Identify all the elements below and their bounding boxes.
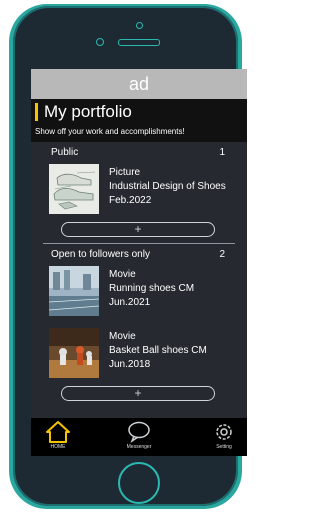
home-icon [46, 421, 70, 443]
section-label: Open to followers only [51, 249, 150, 260]
front-camera [96, 38, 104, 46]
app-screen: ad My portfolio Show off your work and a… [31, 69, 247, 456]
tab-setting[interactable]: Setting [199, 420, 247, 450]
item-date: Feb.2022 [109, 195, 152, 206]
item-name: Basket Ball shoes CM [109, 345, 207, 356]
ad-banner[interactable]: ad [31, 69, 247, 99]
section-label: Public [51, 147, 79, 158]
section-public-header: Public 1 [31, 142, 247, 158]
add-item-button[interactable]: + [61, 222, 215, 237]
tab-bar: HOME Messenger Setting [31, 418, 247, 456]
page-title: My portfolio [35, 103, 247, 121]
tab-messenger[interactable]: Messenger [114, 420, 164, 450]
tab-label: HOME [50, 444, 66, 450]
page-header: My portfolio Show off your work and acco… [31, 99, 247, 142]
section-count: 2 [219, 249, 225, 260]
item-meta: Movie Running shoes CM Jun.2021 [109, 266, 194, 318]
device-home-button[interactable] [118, 462, 160, 504]
chat-bubble-icon [128, 421, 150, 443]
running-track-image [49, 266, 99, 316]
gear-icon [216, 424, 232, 440]
section-followers-header: Open to followers only 2 [31, 244, 247, 260]
page-subtitle: Show off your work and accomplishments! [35, 127, 185, 136]
item-type: Movie [109, 269, 136, 280]
tab-label: Messenger [126, 444, 152, 450]
portfolio-item[interactable]: Movie Basket Ball shoes CM Jun.2018 [49, 328, 247, 380]
item-type: Picture [109, 167, 141, 178]
basketball-court-image [49, 328, 99, 378]
item-meta: Movie Basket Ball shoes CM Jun.2018 [109, 328, 207, 380]
item-name: Industrial Design of Shoes [109, 181, 226, 192]
item-date: Jun.2018 [109, 359, 151, 370]
portfolio-item[interactable]: Picture Industrial Design of Shoes Feb.2… [49, 164, 247, 216]
item-name: Running shoes CM [109, 283, 195, 294]
tab-home[interactable]: HOME [33, 420, 83, 450]
sensor-dot [136, 22, 143, 29]
item-type: Movie [109, 331, 136, 342]
section-count: 1 [219, 147, 225, 158]
item-date: Jun.2021 [109, 297, 151, 308]
tab-label: Setting [216, 444, 232, 450]
portfolio-item[interactable]: Movie Running shoes CM Jun.2021 [49, 266, 247, 318]
earpiece-speaker [118, 39, 160, 46]
add-item-button[interactable]: + [61, 386, 215, 401]
item-meta: Picture Industrial Design of Shoes Feb.2… [109, 164, 226, 216]
shoe-sketches-image [49, 164, 99, 214]
